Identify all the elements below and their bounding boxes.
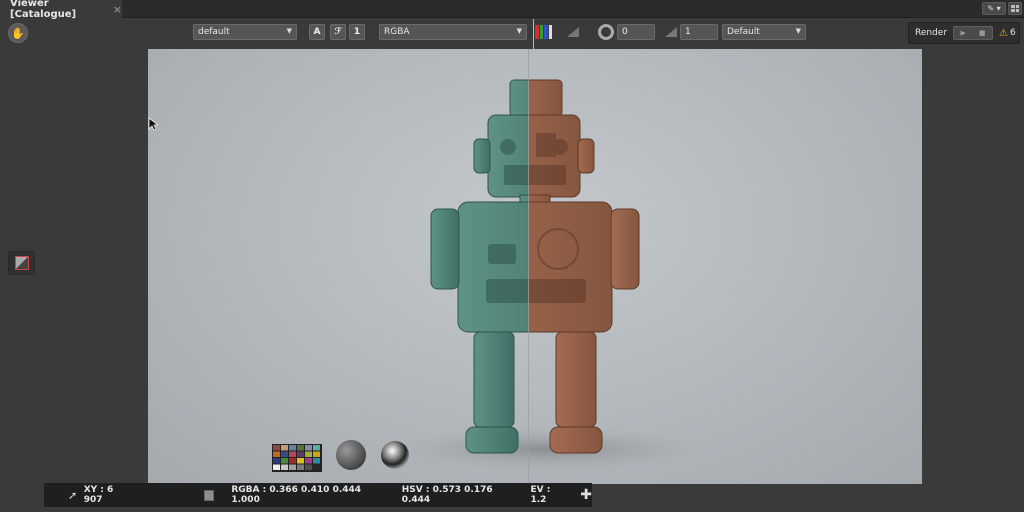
viewer-toolbar: ✋ default ▼ A ℱ 1 RGBA ▼ 0 1 Default ▼ R… <box>0 19 1024 47</box>
pin-menu-button[interactable]: ✎ ▾ <box>982 2 1006 15</box>
checker-patch <box>281 451 288 457</box>
checker-patch <box>281 464 288 470</box>
close-icon[interactable]: × <box>113 3 122 16</box>
checker-patch <box>289 464 296 470</box>
alpha-label: A <box>313 27 321 37</box>
checker-patch <box>289 451 296 457</box>
grey-sphere <box>336 440 366 470</box>
tab-title: Viewer [Catalogue] <box>10 0 77 20</box>
chrome-sphere <box>381 441 409 469</box>
checker-patch <box>305 451 312 457</box>
hand-icon[interactable]: ✋ <box>8 23 28 43</box>
display-dropdown[interactable]: Default ▼ <box>722 24 806 40</box>
chevron-down-icon: ▼ <box>516 27 522 35</box>
pointer-icon: ➚ <box>68 488 78 502</box>
ev-readout: EV : 1.2 <box>530 485 551 505</box>
gamma-ramp-icon <box>665 27 677 37</box>
gamma-field[interactable]: 1 <box>680 24 718 40</box>
warning-count: 6 <box>1010 28 1016 38</box>
render-image <box>272 79 708 472</box>
tab-bar: Viewer [Catalogue] × ✎ ▾ <box>0 0 1024 20</box>
xy-readout: XY : 6 907 <box>83 485 114 505</box>
chevron-down-icon: ▼ <box>286 27 292 35</box>
color-swatch <box>203 489 215 501</box>
gain-value: 0 <box>622 27 628 37</box>
color-checker-chart <box>272 444 322 472</box>
render-label: Render <box>915 28 948 38</box>
alpha-toggle-button[interactable]: A <box>309 24 325 40</box>
play-icon[interactable]: ▶ <box>961 29 966 37</box>
checker-patch <box>305 458 312 464</box>
hsv-readout: HSV : 0.573 0.176 0.444 <box>401 485 493 505</box>
add-icon[interactable]: ✚ <box>580 487 592 503</box>
layout-grid-icon[interactable] <box>1008 2 1022 15</box>
checker-patch <box>313 445 320 451</box>
display-dropdown-value: Default <box>727 27 760 37</box>
checker-patch <box>281 458 288 464</box>
checker-patch <box>273 451 280 457</box>
checker-patch <box>313 458 320 464</box>
info-toggle-button[interactable]: 1 <box>349 24 365 40</box>
pixel-info-bar: ➚ XY : 6 907 RGBA : 0.366 0.410 0.444 1.… <box>44 483 592 507</box>
stop-icon[interactable]: ■ <box>979 29 986 37</box>
checker-patch <box>313 451 320 457</box>
wipe-handle[interactable] <box>533 19 534 49</box>
checker-patch <box>297 451 304 457</box>
channel-dropdown-value: RGBA <box>384 27 410 37</box>
gain-field[interactable]: 0 <box>617 24 655 40</box>
checker-patch <box>313 464 320 470</box>
checker-patch <box>273 458 280 464</box>
render-panel: Render ▶ ■ ⚠ 6 <box>908 22 1020 44</box>
lut-dropdown-value: default <box>198 27 230 37</box>
checker-patch <box>273 445 280 451</box>
checker-patch <box>289 458 296 464</box>
checker-patch <box>281 445 288 451</box>
info-label: 1 <box>353 27 361 37</box>
color-channels-icon[interactable] <box>535 25 552 39</box>
tab-viewer[interactable]: Viewer [Catalogue] × <box>0 0 122 20</box>
checker-patch <box>305 445 312 451</box>
channel-dropdown[interactable]: RGBA ▼ <box>379 24 527 40</box>
render-controls[interactable]: ▶ ■ <box>953 26 994 40</box>
render-viewport[interactable] <box>148 49 922 484</box>
checker-patch <box>297 445 304 451</box>
gain-ramp-icon <box>567 27 579 37</box>
checker-patch <box>289 445 296 451</box>
chevron-down-icon: ▼ <box>795 27 801 35</box>
gamma-value: 1 <box>685 27 691 37</box>
mouse-cursor-icon <box>148 117 158 131</box>
checker-patch <box>273 464 280 470</box>
rgba-readout: RGBA : 0.366 0.410 0.444 1.000 <box>231 485 362 505</box>
checker-patch <box>297 464 304 470</box>
curve-tool-icon <box>14 256 29 270</box>
lut-dropdown[interactable]: default ▼ <box>193 24 297 40</box>
warning-icon[interactable]: ⚠ <box>999 28 1008 39</box>
wipe-line[interactable] <box>528 49 529 484</box>
checker-patch <box>297 458 304 464</box>
side-tool-button[interactable] <box>8 251 35 275</box>
aperture-icon <box>598 24 614 40</box>
checker-patch <box>305 464 312 470</box>
brush-icon[interactable]: ℱ <box>330 24 346 40</box>
